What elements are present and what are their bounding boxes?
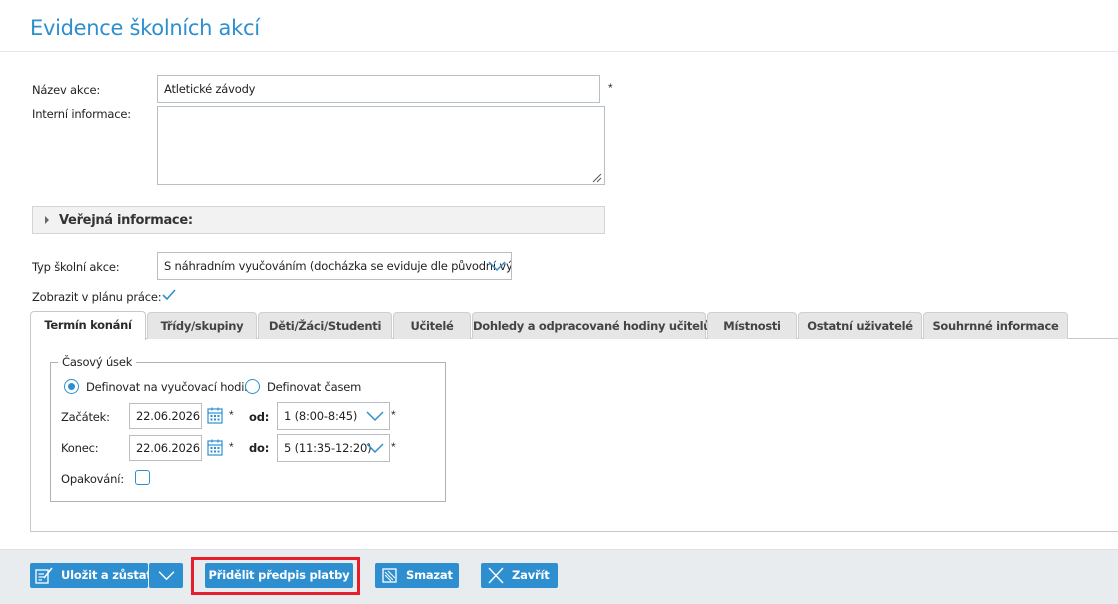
save-stay-label: Uložit a zůstat [61,568,152,582]
from-label: od: [249,410,270,424]
event-type-label: Typ školní akce: [32,260,120,274]
to-lesson-select[interactable]: 5 (11:35-12:20) [277,434,390,462]
name-input[interactable]: Atletické závody [157,75,600,103]
from-lesson-select[interactable]: 1 (8:00-8:45) [277,402,390,430]
delete-button[interactable]: Smazat [375,563,459,588]
radio-lessons-label: Definovat na vyučovací hodiny [86,380,258,394]
internal-info-textarea[interactable] [157,106,605,185]
from-required-mark: * [391,408,396,422]
radio-time[interactable] [245,379,260,394]
event-type-select[interactable]: S náhradním vyučováním (docházka se evid… [157,252,512,280]
tab-term[interactable]: Termín konání [30,311,146,340]
end-required-mark: * [229,440,234,454]
radio-lessons[interactable] [64,379,79,394]
work-plan-label: Zobrazit v plánu práce: [32,290,162,304]
tab-summary[interactable]: Souhrnné informace [923,312,1068,339]
end-label: Konec: [61,441,99,455]
delete-label: Smazat [406,568,453,582]
event-type-value: S náhradním vyučováním (docházka se evid… [164,259,512,273]
time-range-legend: Časový úsek [58,355,137,369]
chevron-down-icon [366,411,384,422]
tab-teachers[interactable]: Učitelé [393,312,471,339]
tab-rooms[interactable]: Místnosti [707,312,797,339]
start-label: Začátek: [61,410,110,424]
chevron-down-icon [366,443,384,454]
internal-info-label: Interní informace: [32,107,131,121]
repeat-checkbox[interactable] [135,470,150,485]
tab-other-users[interactable]: Ostatní uživatelé [798,312,922,339]
to-required-mark: * [391,440,396,454]
from-lesson-value: 1 (8:00-8:45) [284,409,358,423]
start-required-mark: * [229,408,234,422]
close-button[interactable]: Zavřít [481,563,558,588]
name-required-mark: * [608,81,613,95]
resize-handle-icon[interactable] [592,173,602,183]
delete-icon [382,568,397,583]
public-info-section-toggle[interactable]: Veřejná informace: [32,206,605,234]
close-icon [488,567,504,584]
work-plan-checkmark-icon[interactable] [162,289,176,301]
expand-arrow-icon [45,216,49,224]
tab-students[interactable]: Děti/Žáci/Studenti [258,312,392,339]
end-date-input[interactable]: 22.06.2026 [129,435,202,461]
start-date-input[interactable]: 22.06.2026 [129,403,202,429]
highlight-box [191,557,360,595]
calendar-icon[interactable] [207,407,223,424]
tab-supervision-hours[interactable]: Dohledy a odpracované hodiny učitelů [472,312,711,339]
save-stay-button[interactable]: Uložit a zůstat [30,563,152,588]
repeat-label: Opakování: [61,472,124,486]
to-lesson-value: 5 (11:35-12:20) [284,441,372,455]
tab-classes-groups[interactable]: Třídy/skupiny [147,312,257,339]
radio-time-label: Definovat časem [267,380,362,394]
save-icon [35,567,53,584]
calendar-icon[interactable] [207,439,223,456]
save-options-dropdown[interactable] [149,563,183,588]
name-label: Název akce: [32,83,101,97]
to-label: do: [249,441,270,455]
chevron-down-icon [158,571,175,581]
close-label: Zavřít [512,568,550,582]
page-header: Evidence školních akcí [0,0,1118,52]
chevron-down-icon [488,261,506,272]
page-title: Evidence školních akcí [30,16,260,40]
public-info-section-label: Veřejná informace: [59,213,193,228]
